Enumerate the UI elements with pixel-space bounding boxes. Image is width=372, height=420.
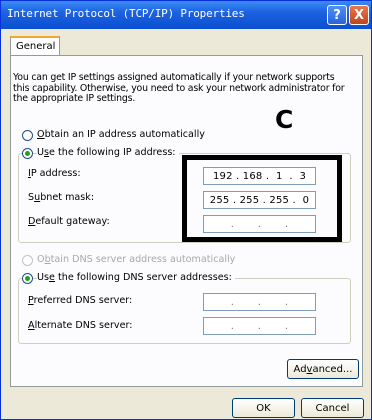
help-button[interactable]: ? [327,5,347,25]
tab-general[interactable]: General [10,36,60,56]
default-gateway-label: Default gateway: [28,216,110,227]
close-button[interactable]: X [349,5,369,25]
help-icon: ? [333,7,341,23]
alternate-dns-label: Alternate DNS server: [28,320,133,331]
title-bar: Internet Protocol (TCP/IP) Properties ? … [1,1,371,29]
use-following-dns-label: Use the following DNS server addresses: [37,272,235,283]
advanced-button[interactable]: Ad v anced... [287,359,359,379]
obtain-dns-auto-radio[interactable] [22,255,33,266]
use-following-dns-radio[interactable] [22,273,33,284]
obtain-dns-auto-label: Obtain DNS server address automatically [37,254,236,265]
preferred-dns-label: Preferred DNS server: [28,295,133,306]
cancel-button[interactable]: Cancel [301,398,364,418]
window-title: Internet Protocol (TCP/IP) Properties [7,7,245,20]
tcpip-properties-dialog: Internet Protocol (TCP/IP) Properties ? … [0,0,372,420]
close-icon: X [353,7,365,23]
highlight-box [182,155,342,242]
ok-button[interactable]: OK [232,398,295,418]
subnet-mask-label: Subnet mask: [28,192,95,203]
use-following-ip-label: Use the following IP address: [37,147,179,158]
ip-address-label: IP address: [28,168,81,179]
preferred-dns-field[interactable]: . . . [203,293,316,311]
intro-text: You can get IP settings assigned automat… [13,72,345,104]
obtain-ip-auto-label: Obtain an IP address automatically [37,129,205,140]
annotation-letter: C [275,105,294,134]
alternate-dns-field[interactable]: . . . [203,317,316,335]
obtain-ip-auto-radio[interactable] [22,130,33,141]
use-following-ip-radio[interactable] [22,148,33,159]
